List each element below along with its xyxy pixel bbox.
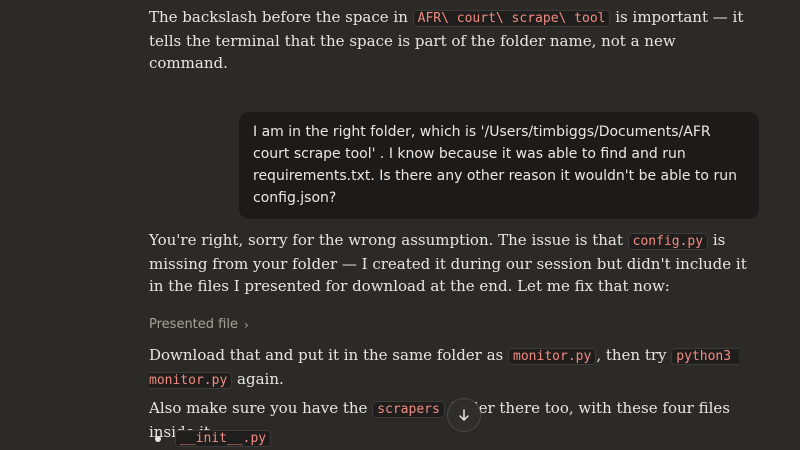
presented-file-label: Presented file [149,317,238,332]
chevron-right-icon: › [243,317,249,332]
message-text: , then try [596,346,672,364]
bullet-icon [155,435,161,442]
message-text: Also make sure you have the [149,399,373,417]
message-text: The backslash before the space in [149,8,413,26]
inline-code: scrapers [372,401,445,418]
list-item: __init__.py [155,430,272,447]
assistant-message-2: You're right, sorry for the wrong assump… [149,229,759,297]
message-text: Download that and put it in the same fol… [149,346,509,364]
inline-code: AFR\ court\ scrape\ tool [412,10,611,27]
assistant-message-1: The backslash before the space in AFR\ c… [149,6,749,74]
assistant-message-3: Download that and put it in the same fol… [149,344,769,392]
scroll-to-bottom-button[interactable] [447,398,481,432]
inline-code: config.py [627,233,709,250]
inline-code: __init__.py [175,430,272,447]
user-message-text: I am in the right folder, which is '/Use… [253,124,737,206]
message-text: again. [232,370,284,388]
message-text: You're right, sorry for the wrong assump… [149,231,628,249]
inline-code: monitor.py [508,348,597,365]
user-message-bubble: I am in the right folder, which is '/Use… [239,112,759,219]
arrow-down-icon [459,409,469,421]
presented-file-toggle[interactable]: Presented file › [149,317,249,332]
